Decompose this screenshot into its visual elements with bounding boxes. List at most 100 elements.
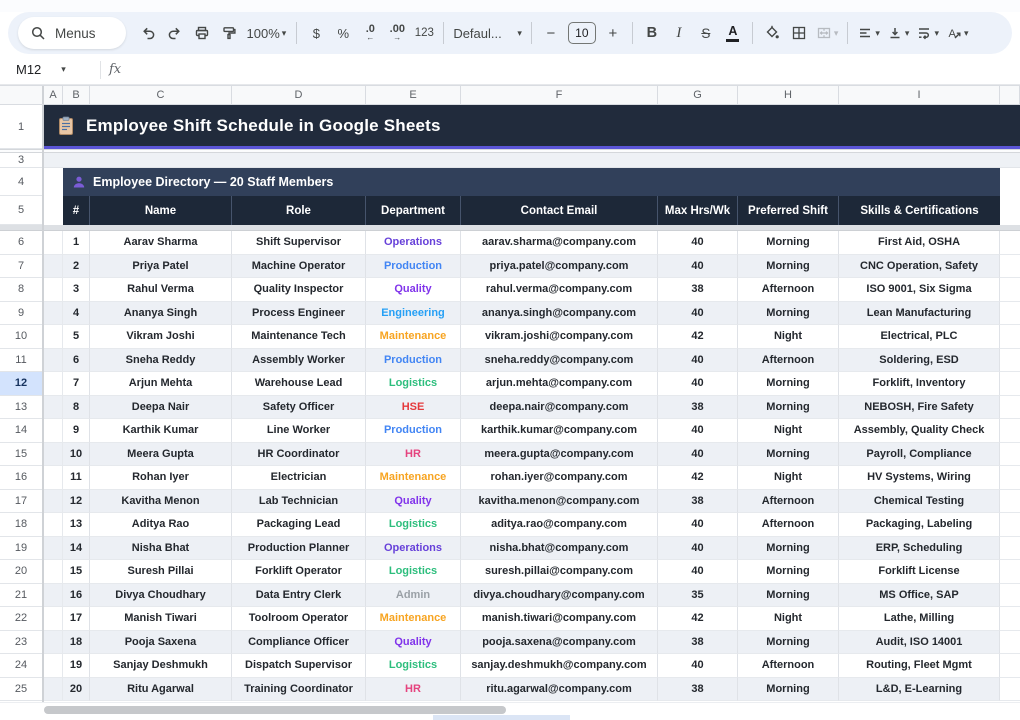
- cell-skills[interactable]: Forklift, Inventory: [839, 372, 1000, 396]
- row-header-19[interactable]: 19: [0, 537, 42, 561]
- row-header-21[interactable]: 21: [0, 584, 42, 608]
- cell-skills[interactable]: Soldering, ESD: [839, 349, 1000, 373]
- spacer-cell[interactable]: [44, 678, 63, 702]
- menus-search-button[interactable]: Menus: [18, 17, 126, 49]
- cell-number[interactable]: 18: [63, 631, 90, 655]
- cell-email[interactable]: rohan.iyer@company.com: [461, 466, 658, 490]
- cell-skills[interactable]: First Aid, OSHA: [839, 231, 1000, 255]
- cell-department[interactable]: Quality: [366, 278, 461, 302]
- row-header-3[interactable]: 3: [0, 153, 42, 168]
- table-header-skills-certifications[interactable]: Skills & Certifications: [839, 196, 1000, 225]
- cell-name[interactable]: Suresh Pillai: [90, 560, 232, 584]
- undo-button[interactable]: [135, 19, 161, 47]
- cell-skills[interactable]: CNC Operation, Safety: [839, 255, 1000, 279]
- cell-role[interactable]: Packaging Lead: [232, 513, 366, 537]
- cell-number[interactable]: 16: [63, 584, 90, 608]
- cell-preferred-shift[interactable]: Morning: [738, 396, 839, 420]
- cell-number[interactable]: 8: [63, 396, 90, 420]
- cell-role[interactable]: Dispatch Supervisor: [232, 654, 366, 678]
- cell-name[interactable]: Nisha Bhat: [90, 537, 232, 561]
- spacer-cell[interactable]: [44, 513, 63, 537]
- cell-skills[interactable]: Assembly, Quality Check: [839, 419, 1000, 443]
- table-header-preferred-shift[interactable]: Preferred Shift: [738, 196, 839, 225]
- row-header-17[interactable]: 17: [0, 490, 42, 514]
- cell-department[interactable]: Maintenance: [366, 607, 461, 631]
- row-header-10[interactable]: 10: [0, 325, 42, 349]
- fill-color-button[interactable]: [759, 19, 785, 47]
- cell-reference-box[interactable]: M12 ▾: [0, 55, 92, 84]
- horizontal-scrollbar-thumb[interactable]: [44, 706, 506, 714]
- cell-department[interactable]: Operations: [366, 537, 461, 561]
- cell-preferred-shift[interactable]: Afternoon: [738, 349, 839, 373]
- font-family-select[interactable]: Defaul... ▾: [450, 19, 525, 47]
- cell-max-hours[interactable]: 40: [658, 443, 738, 467]
- cell-department[interactable]: Production: [366, 419, 461, 443]
- cell-name[interactable]: Rohan Iyer: [90, 466, 232, 490]
- spacer-cell[interactable]: [44, 607, 63, 631]
- cell-max-hours[interactable]: 38: [658, 631, 738, 655]
- directory-banner[interactable]: Employee Directory — 20 Staff Members: [63, 168, 1000, 196]
- cell-preferred-shift[interactable]: Afternoon: [738, 490, 839, 514]
- cell-email[interactable]: nisha.bhat@company.com: [461, 537, 658, 561]
- text-color-button[interactable]: A: [720, 19, 746, 47]
- cell-max-hours[interactable]: 40: [658, 513, 738, 537]
- column-header-I[interactable]: I: [839, 86, 1000, 104]
- cell-role[interactable]: Data Entry Clerk: [232, 584, 366, 608]
- cell-email[interactable]: aarav.sharma@company.com: [461, 231, 658, 255]
- cell-name[interactable]: Meera Gupta: [90, 443, 232, 467]
- column-header-E[interactable]: E: [366, 86, 461, 104]
- cell-role[interactable]: Production Planner: [232, 537, 366, 561]
- cell-department[interactable]: Maintenance: [366, 466, 461, 490]
- row-header-14[interactable]: 14: [0, 419, 42, 443]
- cell-skills[interactable]: L&D, E-Learning: [839, 678, 1000, 702]
- cell-role[interactable]: Compliance Officer: [232, 631, 366, 655]
- cell-name[interactable]: Arjun Mehta: [90, 372, 232, 396]
- cell-name[interactable]: Divya Choudhary: [90, 584, 232, 608]
- spacer-cell[interactable]: [44, 278, 63, 302]
- merge-cells-button[interactable]: ▾: [813, 19, 842, 47]
- cell-department[interactable]: Logistics: [366, 372, 461, 396]
- cell-department[interactable]: Production: [366, 349, 461, 373]
- cell-role[interactable]: Process Engineer: [232, 302, 366, 326]
- cell-name[interactable]: Sanjay Deshmukh: [90, 654, 232, 678]
- cell-preferred-shift[interactable]: Night: [738, 466, 839, 490]
- row-header-6[interactable]: 6: [0, 231, 42, 255]
- cell-skills[interactable]: Payroll, Compliance: [839, 443, 1000, 467]
- cell-number[interactable]: 5: [63, 325, 90, 349]
- cell-department[interactable]: Logistics: [366, 513, 461, 537]
- spacer-cell[interactable]: [44, 631, 63, 655]
- cell-name[interactable]: Sneha Reddy: [90, 349, 232, 373]
- cell-preferred-shift[interactable]: Morning: [738, 631, 839, 655]
- spacer-cell[interactable]: [44, 466, 63, 490]
- cell-skills[interactable]: Lean Manufacturing: [839, 302, 1000, 326]
- cell-preferred-shift[interactable]: Morning: [738, 537, 839, 561]
- column-header-H[interactable]: H: [738, 86, 839, 104]
- select-all-corner[interactable]: [0, 86, 44, 104]
- empty-row-3[interactable]: [44, 153, 1020, 168]
- cell-skills[interactable]: Chemical Testing: [839, 490, 1000, 514]
- cell-number[interactable]: 19: [63, 654, 90, 678]
- cell-max-hours[interactable]: 40: [658, 560, 738, 584]
- cell-department[interactable]: Logistics: [366, 560, 461, 584]
- table-header-contact-email[interactable]: Contact Email: [461, 196, 658, 225]
- spacer-cell[interactable]: [44, 396, 63, 420]
- format-currency-button[interactable]: $: [303, 19, 329, 47]
- cell-max-hours[interactable]: 40: [658, 372, 738, 396]
- cell-department[interactable]: HSE: [366, 396, 461, 420]
- cell-number[interactable]: 10: [63, 443, 90, 467]
- spacer-cell[interactable]: [44, 231, 63, 255]
- spacer-cell[interactable]: [44, 560, 63, 584]
- spacer-cell[interactable]: [44, 349, 63, 373]
- cell-number[interactable]: 15: [63, 560, 90, 584]
- cell-max-hours[interactable]: 38: [658, 396, 738, 420]
- cell-email[interactable]: pooja.saxena@company.com: [461, 631, 658, 655]
- cell-number[interactable]: 14: [63, 537, 90, 561]
- horizontal-scrollbar-track[interactable]: [0, 702, 1020, 716]
- cell-number[interactable]: 3: [63, 278, 90, 302]
- column-header-B[interactable]: B: [63, 86, 90, 104]
- cell-number[interactable]: 6: [63, 349, 90, 373]
- cell-role[interactable]: Lab Technician: [232, 490, 366, 514]
- cell-email[interactable]: ritu.agarwal@company.com: [461, 678, 658, 702]
- cell-preferred-shift[interactable]: Morning: [738, 584, 839, 608]
- cell-skills[interactable]: HV Systems, Wiring: [839, 466, 1000, 490]
